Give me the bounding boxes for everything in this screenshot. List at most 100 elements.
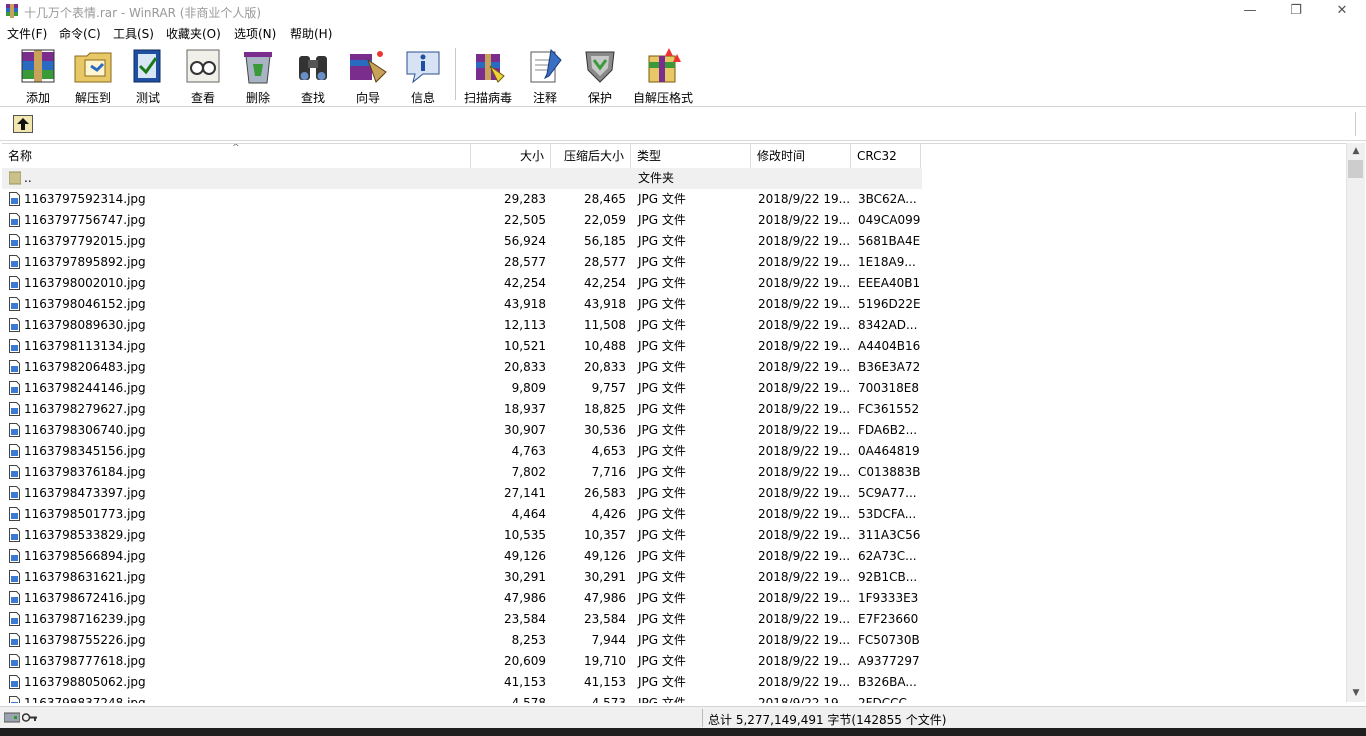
table-row[interactable]: 1163798089630.jpg 12,113 11,508 JPG 文件 2018/… bbox=[2, 315, 922, 336]
menu-file[interactable]: 文件(F) bbox=[7, 25, 47, 42]
file-crc: 0A464819 bbox=[858, 444, 920, 458]
table-row[interactable]: 1163798244146.jpg 9,809 9,757 JPG 文件 2018/9/… bbox=[2, 378, 922, 399]
window-title: 十几万个表情.rar - WinRAR (非商业个人版) bbox=[24, 6, 262, 20]
extract-folder-icon bbox=[74, 52, 112, 83]
file-size: 43,918 bbox=[504, 297, 546, 311]
file-size: 56,924 bbox=[504, 234, 546, 248]
file-modified: 2018/9/22 19... bbox=[758, 255, 851, 269]
file-name: 1163798533829.jpg bbox=[24, 528, 146, 542]
file-crc: 700318E8 bbox=[858, 381, 920, 395]
key-icon bbox=[22, 713, 37, 722]
column-header-type[interactable]: 类型 bbox=[631, 144, 751, 168]
table-row[interactable]: 1163798113134.jpg 10,521 10,488 JPG 文件 2018/… bbox=[2, 336, 922, 357]
file-name: 1163798279627.jpg bbox=[24, 402, 146, 416]
info-button[interactable]: 信息 bbox=[395, 46, 451, 105]
menu-help[interactable]: 帮助(H) bbox=[290, 25, 332, 42]
table-row[interactable]: 1163798376184.jpg 7,802 7,716 JPG 文件 2018/9/… bbox=[2, 462, 922, 483]
test-button[interactable]: 测试 bbox=[120, 46, 176, 105]
file-name: 1163798837248.jpg bbox=[24, 696, 146, 703]
column-header-name[interactable]: 名称 ^ bbox=[2, 144, 471, 168]
file-type: JPG 文件 bbox=[638, 381, 686, 395]
file-modified: 2018/9/22 19... bbox=[758, 675, 851, 689]
find-button[interactable]: 查找 bbox=[285, 46, 341, 105]
table-row[interactable]: 1163798046152.jpg 43,918 43,918 JPG 文件 2018/… bbox=[2, 294, 922, 315]
file-crc: 311A3C56 bbox=[858, 528, 921, 542]
close-button[interactable]: ✕ bbox=[1319, 0, 1365, 22]
menu-favorites[interactable]: 收藏夹(O) bbox=[166, 25, 221, 42]
table-row[interactable]: 1163798473397.jpg 27,141 26,583 JPG 文件 2018/… bbox=[2, 483, 922, 504]
column-headers: 名称 ^ 大小 压缩后大小 类型 修改时间 CRC32 bbox=[2, 144, 922, 168]
file-size: 20,833 bbox=[504, 360, 546, 374]
scan-virus-button[interactable]: 扫描病毒 bbox=[460, 46, 516, 105]
file-crc: 2FDCCC... bbox=[858, 696, 919, 703]
scrollbar-thumb[interactable] bbox=[1348, 160, 1363, 178]
file-name: 1163797792015.jpg bbox=[24, 234, 146, 248]
file-crc: 5196D22E bbox=[858, 297, 921, 311]
table-row[interactable]: 1163797895892.jpg 28,577 28,577 JPG 文件 2018/… bbox=[2, 252, 922, 273]
file-modified: 2018/9/22 19... bbox=[758, 633, 851, 647]
vertical-scrollbar[interactable]: ▲ ▼ bbox=[1346, 143, 1365, 702]
toolbar: 添加 解压到 测试 查看 删除 查找 向导 信息 扫描病毒 注释 保护 自解压格… bbox=[0, 42, 1366, 107]
table-row[interactable]: 1163798566894.jpg 49,126 49,126 JPG 文件 2018/… bbox=[2, 546, 922, 567]
file-crc: B326BA... bbox=[858, 675, 917, 689]
column-header-size[interactable]: 大小 bbox=[471, 144, 551, 168]
up-folder-button[interactable] bbox=[13, 115, 33, 133]
file-modified: 2018/9/22 19... bbox=[758, 381, 851, 395]
table-row[interactable]: 1163798777618.jpg 20,609 19,710 JPG 文件 2018/… bbox=[2, 651, 922, 672]
parent-folder-type: 文件夹 bbox=[638, 171, 675, 185]
sort-ascending-icon: ^ bbox=[232, 143, 240, 153]
scroll-down-arrow-icon[interactable]: ▼ bbox=[1347, 685, 1365, 702]
table-row[interactable]: 1163798755226.jpg 8,253 7,944 JPG 文件 2018/9/… bbox=[2, 630, 922, 651]
test-label: 测试 bbox=[135, 91, 160, 105]
menu-options[interactable]: 选项(N) bbox=[234, 25, 276, 42]
file-name: 1163797895892.jpg bbox=[24, 255, 146, 269]
view-button[interactable]: 查看 bbox=[175, 46, 231, 105]
table-row[interactable]: 1163798501773.jpg 4,464 4,426 JPG 文件 2018/9/… bbox=[2, 504, 922, 525]
table-row[interactable]: 1163797792015.jpg 56,924 56,185 JPG 文件 2018/… bbox=[2, 231, 922, 252]
table-row[interactable]: 1163798631621.jpg 30,291 30,291 JPG 文件 2018/… bbox=[2, 567, 922, 588]
table-row[interactable]: 1163798533829.jpg 10,535 10,357 JPG 文件 2018/… bbox=[2, 525, 922, 546]
file-crc: A9377297 bbox=[858, 654, 920, 668]
table-row[interactable]: 1163798279627.jpg 18,937 18,825 JPG 文件 2018/… bbox=[2, 399, 922, 420]
column-header-modified[interactable]: 修改时间 bbox=[751, 144, 851, 168]
protect-button[interactable]: 保护 bbox=[572, 46, 628, 105]
file-packed-size: 9,757 bbox=[591, 381, 626, 395]
file-crc: 53DCFA... bbox=[858, 507, 917, 521]
column-header-crc[interactable]: CRC32 bbox=[851, 144, 921, 168]
scroll-up-arrow-icon[interactable]: ▲ bbox=[1347, 143, 1365, 160]
table-row[interactable]: 1163798716239.jpg 23,584 23,584 JPG 文件 2018/… bbox=[2, 609, 922, 630]
table-row[interactable]: 1163798345156.jpg 4,763 4,653 JPG 文件 2018/9/… bbox=[2, 441, 922, 462]
column-header-packed[interactable]: 压缩后大小 bbox=[551, 144, 631, 168]
table-row[interactable]: 1163797592314.jpg 29,283 28,465 JPG 文件 2018/… bbox=[2, 189, 922, 210]
sfx-button[interactable]: 自解压格式 bbox=[630, 46, 696, 105]
table-row[interactable]: 1163798672416.jpg 47,986 47,986 JPG 文件 2018/… bbox=[2, 588, 922, 609]
parent-folder-row[interactable]: .. 文件夹 bbox=[2, 168, 922, 189]
add-button[interactable]: 添加 bbox=[10, 46, 66, 105]
info-icon bbox=[406, 51, 440, 84]
file-modified: 2018/9/22 19... bbox=[758, 507, 851, 521]
file-size: 47,986 bbox=[504, 591, 546, 605]
menu-tools[interactable]: 工具(S) bbox=[113, 25, 154, 42]
file-name: 1163798501773.jpg bbox=[24, 507, 146, 521]
file-crc: B36E3A72 bbox=[858, 360, 921, 374]
delete-button[interactable]: 删除 bbox=[230, 46, 286, 105]
restore-button[interactable]: ❐ bbox=[1273, 0, 1319, 22]
table-row[interactable]: 1163798002010.jpg 42,254 42,254 JPG 文件 2018/… bbox=[2, 273, 922, 294]
table-row[interactable]: 1163798805062.jpg 41,153 41,153 JPG 文件 2018/… bbox=[2, 672, 922, 693]
extract-button[interactable]: 解压到 bbox=[65, 46, 121, 105]
table-row[interactable]: 1163798206483.jpg 20,833 20,833 JPG 文件 2018/… bbox=[2, 357, 922, 378]
file-list: 名称 ^ 大小 压缩后大小 类型 修改时间 CRC32 .. 文件夹 11637… bbox=[2, 143, 1346, 703]
delete-recycle-icon bbox=[244, 52, 272, 84]
file-size: 18,937 bbox=[504, 402, 546, 416]
wizard-button[interactable]: 向导 bbox=[340, 46, 396, 105]
comment-button[interactable]: 注释 bbox=[517, 46, 573, 105]
table-row[interactable]: 1163797756747.jpg 22,505 22,059 JPG 文件 2018/… bbox=[2, 210, 922, 231]
minimize-button[interactable]: — bbox=[1227, 0, 1273, 22]
table-row[interactable]: 1163798306740.jpg 30,907 30,536 JPG 文件 2018/… bbox=[2, 420, 922, 441]
menu-commands[interactable]: 命令(C) bbox=[59, 25, 101, 42]
file-size: 4,464 bbox=[511, 507, 546, 521]
table-row[interactable]: 1163798837248.jpg 4,578 4,573 JPG 文件 2018/9/… bbox=[2, 693, 922, 703]
winrar-app-icon bbox=[6, 4, 18, 18]
file-size: 30,907 bbox=[504, 423, 546, 437]
file-packed-size: 10,357 bbox=[584, 528, 626, 542]
